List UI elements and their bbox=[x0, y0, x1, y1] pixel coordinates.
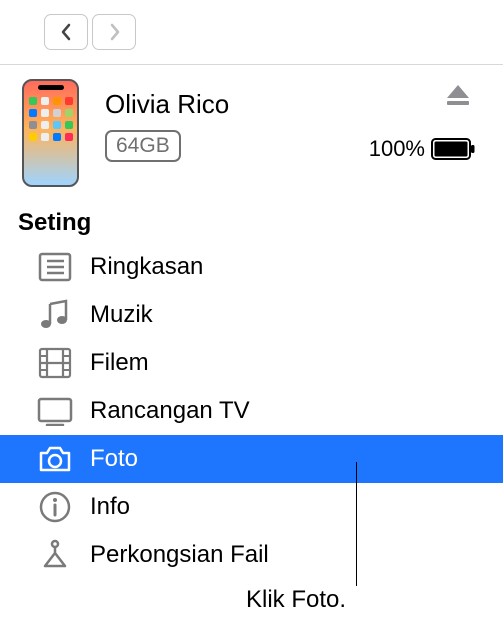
camera-icon bbox=[36, 440, 74, 478]
forward-button[interactable] bbox=[92, 14, 136, 50]
chevron-left-icon bbox=[60, 23, 73, 41]
sidebar-item-label: Info bbox=[90, 493, 130, 521]
sidebar-item-info[interactable]: Info bbox=[0, 483, 503, 531]
tv-icon bbox=[36, 392, 74, 430]
eject-button[interactable] bbox=[441, 79, 475, 116]
callout-line bbox=[356, 462, 357, 586]
sidebar-item-tv[interactable]: Rancangan TV bbox=[0, 387, 503, 435]
sidebar-item-filesharing[interactable]: Perkongsian Fail bbox=[0, 531, 503, 579]
sidebar-item-music[interactable]: Muzik bbox=[0, 291, 503, 339]
chevron-right-icon bbox=[108, 23, 121, 41]
eject-icon bbox=[445, 83, 471, 107]
nav-bar bbox=[0, 0, 503, 64]
battery-icon bbox=[431, 138, 475, 160]
battery-percent: 100% bbox=[369, 136, 425, 162]
apps-icon bbox=[36, 536, 74, 574]
sidebar-item-summary[interactable]: Ringkasan bbox=[0, 243, 503, 291]
device-info: Olivia Rico 64GB bbox=[105, 79, 229, 162]
section-title: Seting bbox=[0, 205, 503, 243]
device-header: Olivia Rico 64GB 100% bbox=[0, 65, 503, 205]
film-icon bbox=[36, 344, 74, 382]
callout-text: Klik Foto. bbox=[246, 586, 346, 614]
sidebar-item-label: Filem bbox=[90, 349, 149, 377]
back-button[interactable] bbox=[44, 14, 88, 50]
sidebar-item-photos[interactable]: Foto bbox=[0, 435, 503, 483]
info-icon bbox=[36, 488, 74, 526]
sidebar-item-label: Foto bbox=[90, 445, 138, 473]
summary-icon bbox=[36, 248, 74, 286]
sidebar-item-label: Perkongsian Fail bbox=[90, 541, 269, 569]
sidebar-item-movies[interactable]: Filem bbox=[0, 339, 503, 387]
storage-badge: 64GB bbox=[105, 130, 181, 162]
music-icon bbox=[36, 296, 74, 334]
device-name: Olivia Rico bbox=[105, 89, 229, 120]
sidebar-item-label: Ringkasan bbox=[90, 253, 203, 281]
sidebar-item-label: Rancangan TV bbox=[90, 397, 250, 425]
device-thumbnail bbox=[22, 79, 79, 187]
battery-status: 100% bbox=[369, 136, 475, 162]
sidebar-item-label: Muzik bbox=[90, 301, 153, 329]
sidebar-list: Ringkasan Muzik Filem Rancangan TV Foto … bbox=[0, 243, 503, 579]
